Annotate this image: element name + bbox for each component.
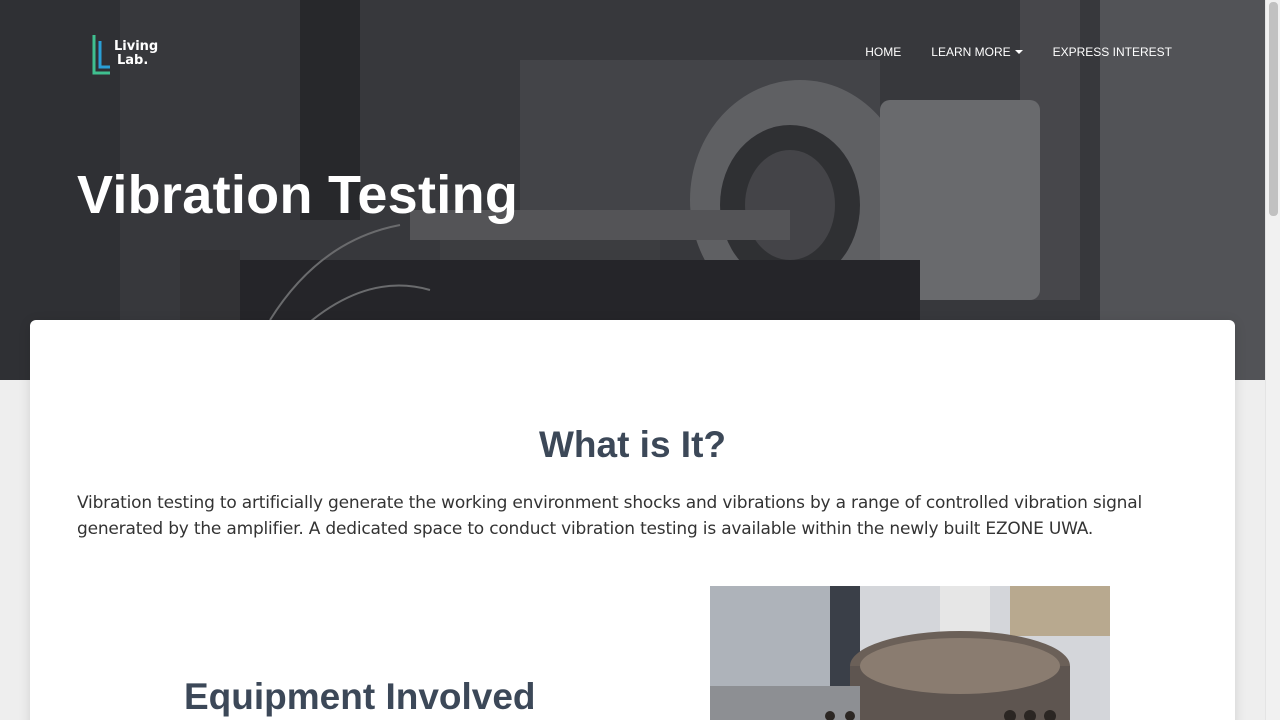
nav-home[interactable]: HOME — [850, 44, 916, 60]
site-logo[interactable]: Living Lab. — [92, 32, 162, 76]
living-lab-logo-icon — [92, 35, 110, 75]
caret-down-icon — [1014, 50, 1023, 54]
section-title-what-is-it: What is It? — [538, 424, 727, 465]
section-description: Vibration testing to artificially genera… — [77, 493, 1142, 539]
main-content-card: What is It? Vibration testing to artific… — [30, 320, 1235, 720]
page-scrollbar[interactable] — [1265, 0, 1280, 720]
nav-express-interest-label: EXPRESS INTEREST — [1052, 45, 1172, 59]
nav-learn-more[interactable]: LEARN MORE — [916, 44, 1037, 60]
nav-learn-more-label: LEARN MORE — [931, 45, 1011, 59]
logo-line-2: Lab. — [117, 53, 149, 68]
logo-line-1: Living — [114, 39, 159, 54]
main-nav: HOME LEARN MORE EXPRESS INTEREST — [850, 44, 1172, 60]
section-title-equipment: Equipment Involved — [184, 676, 536, 717]
scrollbar-thumb[interactable] — [1269, 2, 1278, 216]
logo-wordmark: Living Lab. — [114, 40, 158, 68]
equipment-photo — [710, 586, 1110, 720]
nav-home-label: HOME — [865, 45, 902, 59]
nav-express-interest[interactable]: EXPRESS INTEREST — [1038, 44, 1172, 60]
equipment-image — [710, 586, 1110, 720]
page-title: Vibration Testing — [77, 165, 519, 225]
